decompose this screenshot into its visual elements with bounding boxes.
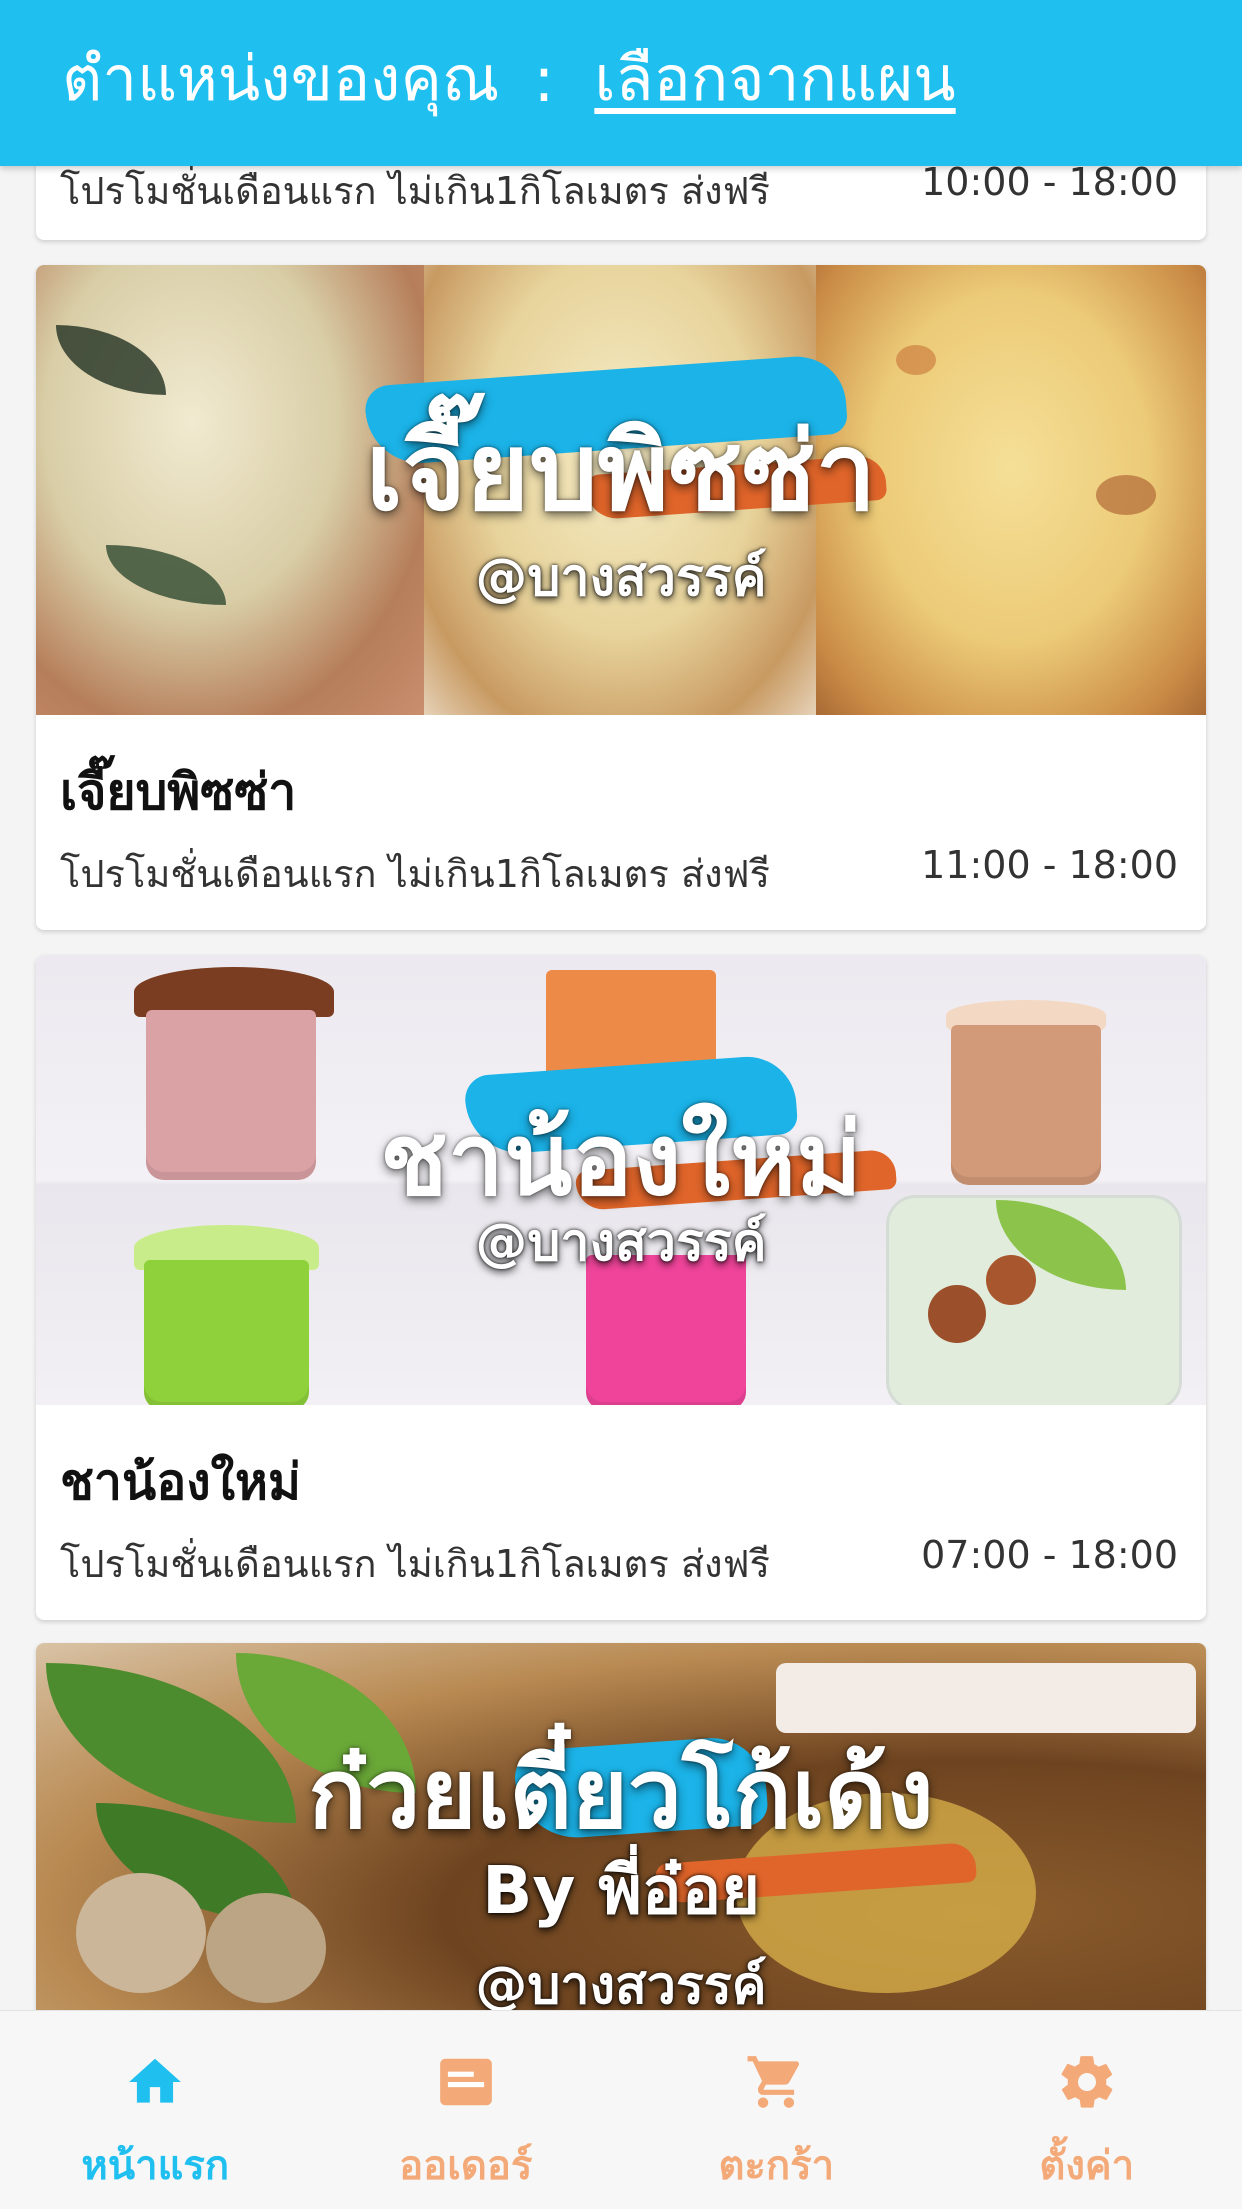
banner-by-line: By พี่อ๋อย xyxy=(36,1838,1206,1943)
store-hours: 10:00 - 18:00 xyxy=(921,160,1178,204)
store-promo: โปรโมชั่นเดือนแรก ไม่เกิน1กิโลเมตร ส่งฟร… xyxy=(60,843,770,904)
home-icon xyxy=(124,2051,186,2113)
nav-cart[interactable]: ตะกร้า xyxy=(621,2011,932,2209)
top-bar: ตำแหน่งของคุณ : เลือกจากแผน xyxy=(0,0,1242,166)
store-card[interactable]: ชาน้องใหม่ @บางสวรรค์ ชาน้องใหม่ โปรโมชั… xyxy=(36,955,1206,1620)
nav-orders[interactable]: ออเดอร์ xyxy=(311,2011,622,2209)
order-card-icon xyxy=(435,2051,497,2113)
store-promo: โปรโมชั่นเดือนแรก ไม่เกิน1กิโลเมตร ส่งฟร… xyxy=(60,160,770,221)
store-promo: โปรโมชั่นเดือนแรก ไม่เกิน1กิโลเมตร ส่งฟร… xyxy=(60,1533,770,1594)
store-banner-image: ก๋วยเตี๋ยวโก้เด้ง By พี่อ๋อย @บางสวรรค์ xyxy=(36,1643,1206,2010)
store-hours: 11:00 - 18:00 xyxy=(921,843,1178,887)
banner-subtitle: @บางสวรรค์ xyxy=(36,1200,1206,1283)
gear-icon xyxy=(1056,2051,1118,2113)
store-name: ชาน้องใหม่ xyxy=(60,1443,301,1522)
store-name: เจี๊ยบพิซซ่า xyxy=(60,753,296,832)
location-separator: : xyxy=(533,43,554,116)
nav-cart-label: ตะกร้า xyxy=(621,2133,932,2197)
store-hours: 07:00 - 18:00 xyxy=(921,1533,1178,1577)
choose-from-map-link[interactable]: เลือกจากแผน xyxy=(594,30,955,128)
bottom-navigation: หน้าแรก ออเดอร์ ตะกร้า ตั้งค่า xyxy=(0,2010,1242,2209)
nav-home-label: หน้าแรก xyxy=(0,2133,311,2197)
cart-icon xyxy=(745,2051,807,2113)
store-card[interactable]: เจี๊ยบพิซซ่า @บางสวรรค์ เจี๊ยบพิซซ่า โปร… xyxy=(36,265,1206,930)
store-banner-image: เจี๊ยบพิซซ่า @บางสวรรค์ xyxy=(36,265,1206,715)
banner-title: เจี๊ยบพิซซ่า xyxy=(36,385,1206,557)
location-label: ตำแหน่งของคุณ xyxy=(62,30,499,128)
nav-settings-label: ตั้งค่า xyxy=(932,2133,1242,2197)
banner-subtitle: @บางสวรรค์ xyxy=(36,535,1206,618)
store-card[interactable]: ก๋วยเตี๋ยวโก้เด้ง By พี่อ๋อย @บางสวรรค์ xyxy=(36,1643,1206,2010)
nav-orders-label: ออเดอร์ xyxy=(311,2133,622,2197)
store-banner-image: ชาน้องใหม่ @บางสวรรค์ xyxy=(36,955,1206,1405)
banner-subtitle: @บางสวรรค์ xyxy=(36,1943,1206,2010)
store-list[interactable]: โปรโมชั่นเดือนแรก ไม่เกิน1กิโลเมตร ส่งฟร… xyxy=(0,0,1242,2010)
nav-settings[interactable]: ตั้งค่า xyxy=(932,2011,1242,2209)
nav-home[interactable]: หน้าแรก xyxy=(0,2011,311,2209)
